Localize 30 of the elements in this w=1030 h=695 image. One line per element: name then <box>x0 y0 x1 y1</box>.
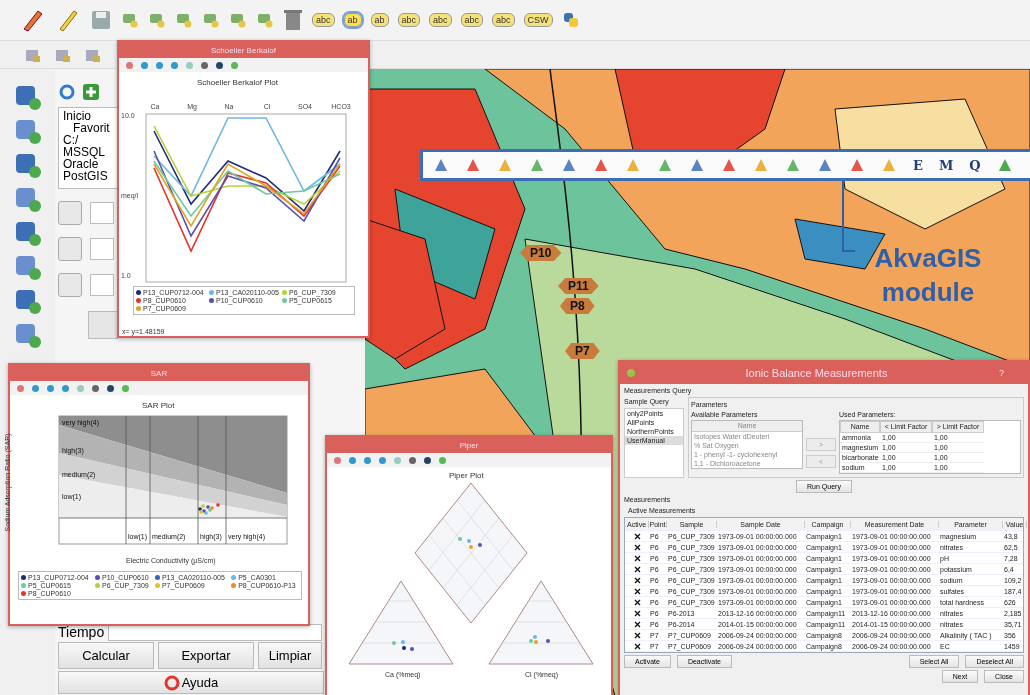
action-button[interactable]: Calcular <box>58 642 154 669</box>
window-title: Ionic Balance Measurements <box>744 367 889 379</box>
tree-item[interactable]: C:/ <box>63 134 79 146</box>
help-button[interactable]: Ayuda <box>58 671 324 694</box>
tree-item[interactable]: MSSQL <box>63 146 105 158</box>
field-label: Tiempo <box>58 624 105 640</box>
label-tool[interactable]: abc <box>312 13 335 27</box>
label-tool[interactable]: abc <box>429 13 452 27</box>
tree-item[interactable]: Inicio <box>63 110 91 122</box>
tool-button[interactable]: M <box>938 157 954 173</box>
window-title: Schoeller Berkalof <box>211 45 276 55</box>
module-label: AkvaGIS module <box>873 242 983 309</box>
tree-item[interactable]: Oracle <box>63 158 99 170</box>
label-tool[interactable]: abc <box>492 13 515 27</box>
action-button[interactable]: Exportar <box>158 642 254 669</box>
tool-button[interactable]: E <box>913 157 923 173</box>
label-tool[interactable]: ab <box>370 13 389 27</box>
window-title: Piper <box>459 440 479 450</box>
tree-item[interactable]: Favorit <box>73 122 110 134</box>
chart-title: Piper Plot <box>449 471 484 480</box>
label-tool[interactable]: CSW <box>523 13 553 27</box>
tool-button[interactable]: Q <box>969 157 981 173</box>
chart-title: SAR Plot <box>142 401 175 410</box>
label-tool[interactable]: ab <box>343 13 362 27</box>
chart-title: Schoeller Berkalof Plot <box>197 78 278 87</box>
tree-item[interactable]: PostGIS <box>63 170 108 182</box>
label-tool[interactable]: abc <box>397 13 421 27</box>
action-button[interactable]: Limpiar <box>258 642 322 669</box>
label-tool[interactable]: abc <box>460 13 484 27</box>
window-title: SAR <box>150 368 168 378</box>
